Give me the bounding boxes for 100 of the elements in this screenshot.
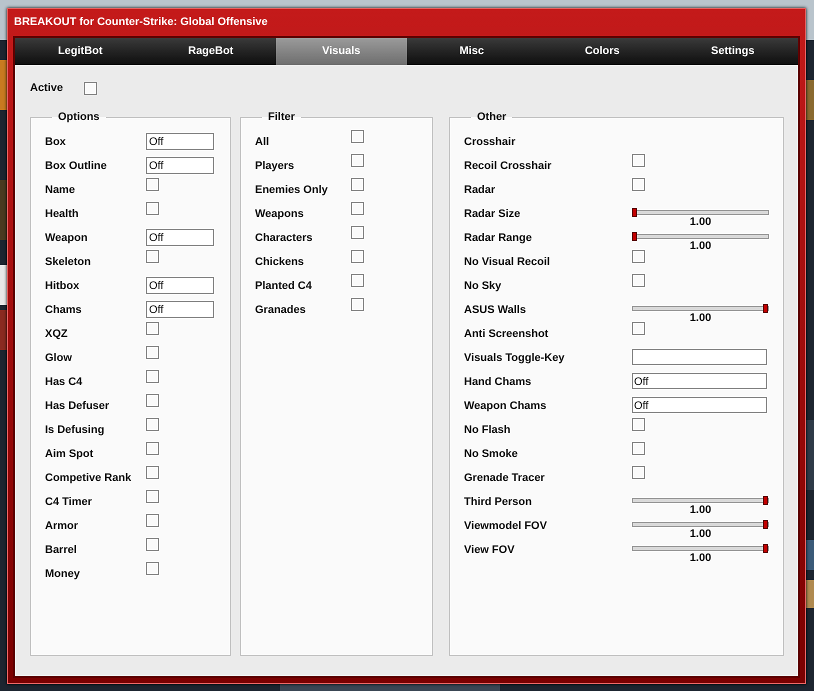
- checkbox[interactable]: [632, 154, 645, 167]
- dropdown-field[interactable]: Off: [146, 301, 214, 318]
- input-field[interactable]: [632, 349, 767, 365]
- checkbox[interactable]: [351, 298, 364, 311]
- checkbox[interactable]: [351, 178, 364, 191]
- option-label: View FOV: [464, 543, 516, 558]
- tab[interactable]: RageBot: [146, 38, 276, 65]
- option-label: No Sky: [464, 279, 502, 294]
- option-label: Chickens: [255, 255, 305, 270]
- dropdown-field[interactable]: Off: [146, 157, 214, 174]
- dropdown-field[interactable]: Off: [146, 277, 214, 294]
- option-label: Radar: [464, 183, 496, 198]
- option-label: Weapons: [255, 207, 305, 222]
- checkbox[interactable]: [146, 490, 159, 503]
- input-field[interactable]: Off: [632, 373, 767, 389]
- checkbox[interactable]: [351, 154, 364, 167]
- checkbox[interactable]: [146, 538, 159, 551]
- tab[interactable]: Misc: [406, 38, 537, 65]
- tab[interactable]: Colors: [537, 38, 668, 65]
- checkbox[interactable]: [632, 322, 645, 335]
- checkbox[interactable]: [632, 250, 645, 263]
- checkbox[interactable]: [351, 202, 364, 215]
- checkbox[interactable]: [146, 202, 159, 215]
- option-label: Health: [45, 207, 80, 222]
- tab[interactable]: Visuals: [276, 38, 406, 65]
- checkbox[interactable]: [351, 226, 364, 239]
- option-label: Name: [45, 183, 76, 198]
- option-label: All: [255, 135, 270, 150]
- dropdown-field[interactable]: Off: [146, 229, 214, 246]
- option-label: Granades: [255, 303, 307, 318]
- option-label: Weapon Chams: [464, 399, 548, 414]
- slider-track[interactable]: [632, 234, 769, 239]
- slider-thumb[interactable]: [763, 496, 768, 505]
- option-label: Hand Chams: [464, 375, 532, 390]
- checkbox[interactable]: [146, 370, 159, 383]
- option-label: Viewmodel FOV: [464, 519, 548, 534]
- slider-value: 1.00: [688, 312, 712, 324]
- checkbox[interactable]: [351, 274, 364, 287]
- slider-thumb[interactable]: [632, 232, 637, 241]
- option-label: Third Person: [464, 495, 533, 510]
- option-label: Money: [45, 567, 81, 582]
- option-label: Has Defuser: [45, 399, 110, 414]
- dropdown-field[interactable]: Off: [146, 133, 214, 150]
- checkbox[interactable]: [146, 466, 159, 479]
- option-label: Aim Spot: [45, 447, 94, 462]
- option-label: Competive Rank: [45, 471, 132, 486]
- slider-thumb[interactable]: [763, 304, 768, 313]
- option-label: Box: [45, 135, 67, 150]
- option-label: Weapon: [45, 231, 89, 246]
- group-title: Filter: [267, 111, 296, 123]
- option-label: No Visual Recoil: [464, 255, 551, 270]
- option-label: No Smoke: [464, 447, 519, 462]
- checkbox[interactable]: [632, 466, 645, 479]
- option-label: Radar Size: [464, 207, 522, 222]
- option-label: Characters: [255, 231, 314, 246]
- slider-track[interactable]: [632, 546, 769, 551]
- option-label: Has C4: [45, 375, 84, 390]
- checkbox[interactable]: [632, 274, 645, 287]
- option-label: Players: [255, 159, 296, 174]
- checkbox[interactable]: [351, 130, 364, 143]
- option-label: No Flash: [464, 423, 512, 438]
- slider-track[interactable]: [632, 210, 769, 215]
- slider-value: 1.00: [688, 552, 712, 564]
- slider-thumb[interactable]: [632, 208, 637, 217]
- option-label: Grenade Tracer: [464, 471, 546, 486]
- slider-value: 1.00: [688, 528, 712, 540]
- tab[interactable]: LegitBot: [15, 38, 146, 65]
- checkbox[interactable]: [146, 394, 159, 407]
- slider-track[interactable]: [632, 522, 769, 527]
- checkbox[interactable]: [146, 562, 159, 575]
- input-field[interactable]: Off: [632, 397, 767, 413]
- option-label: Crosshair: [464, 135, 516, 150]
- checkbox[interactable]: [146, 442, 159, 455]
- checkbox[interactable]: [632, 418, 645, 431]
- slider-track[interactable]: [632, 306, 769, 311]
- option-label: Planted C4: [255, 279, 313, 294]
- slider-track[interactable]: [632, 498, 769, 503]
- slider-value: 1.00: [688, 216, 712, 228]
- checkbox[interactable]: [146, 250, 159, 263]
- option-label: Anti Screenshot: [464, 327, 550, 342]
- checkbox[interactable]: [146, 514, 159, 527]
- checkbox[interactable]: [632, 442, 645, 455]
- checkbox[interactable]: [351, 250, 364, 263]
- option-label: Armor: [45, 519, 80, 534]
- checkbox[interactable]: [146, 418, 159, 431]
- checkbox[interactable]: [84, 82, 98, 94]
- option-label: Is Defusing: [45, 423, 106, 438]
- tab[interactable]: Settings: [668, 38, 798, 65]
- checkbox[interactable]: [146, 178, 159, 191]
- option-label: Chams: [45, 303, 83, 318]
- option-label: Skeleton: [45, 255, 92, 270]
- slider-thumb[interactable]: [763, 544, 768, 553]
- option-label: XQZ: [45, 327, 69, 342]
- option-label: C4 Timer: [45, 495, 93, 510]
- checkbox[interactable]: [632, 178, 645, 191]
- option-label: ASUS Walls: [464, 303, 527, 318]
- checkbox[interactable]: [146, 322, 159, 335]
- checkbox[interactable]: [146, 346, 159, 359]
- slider-thumb[interactable]: [763, 520, 768, 529]
- active-label: Active: [30, 80, 64, 96]
